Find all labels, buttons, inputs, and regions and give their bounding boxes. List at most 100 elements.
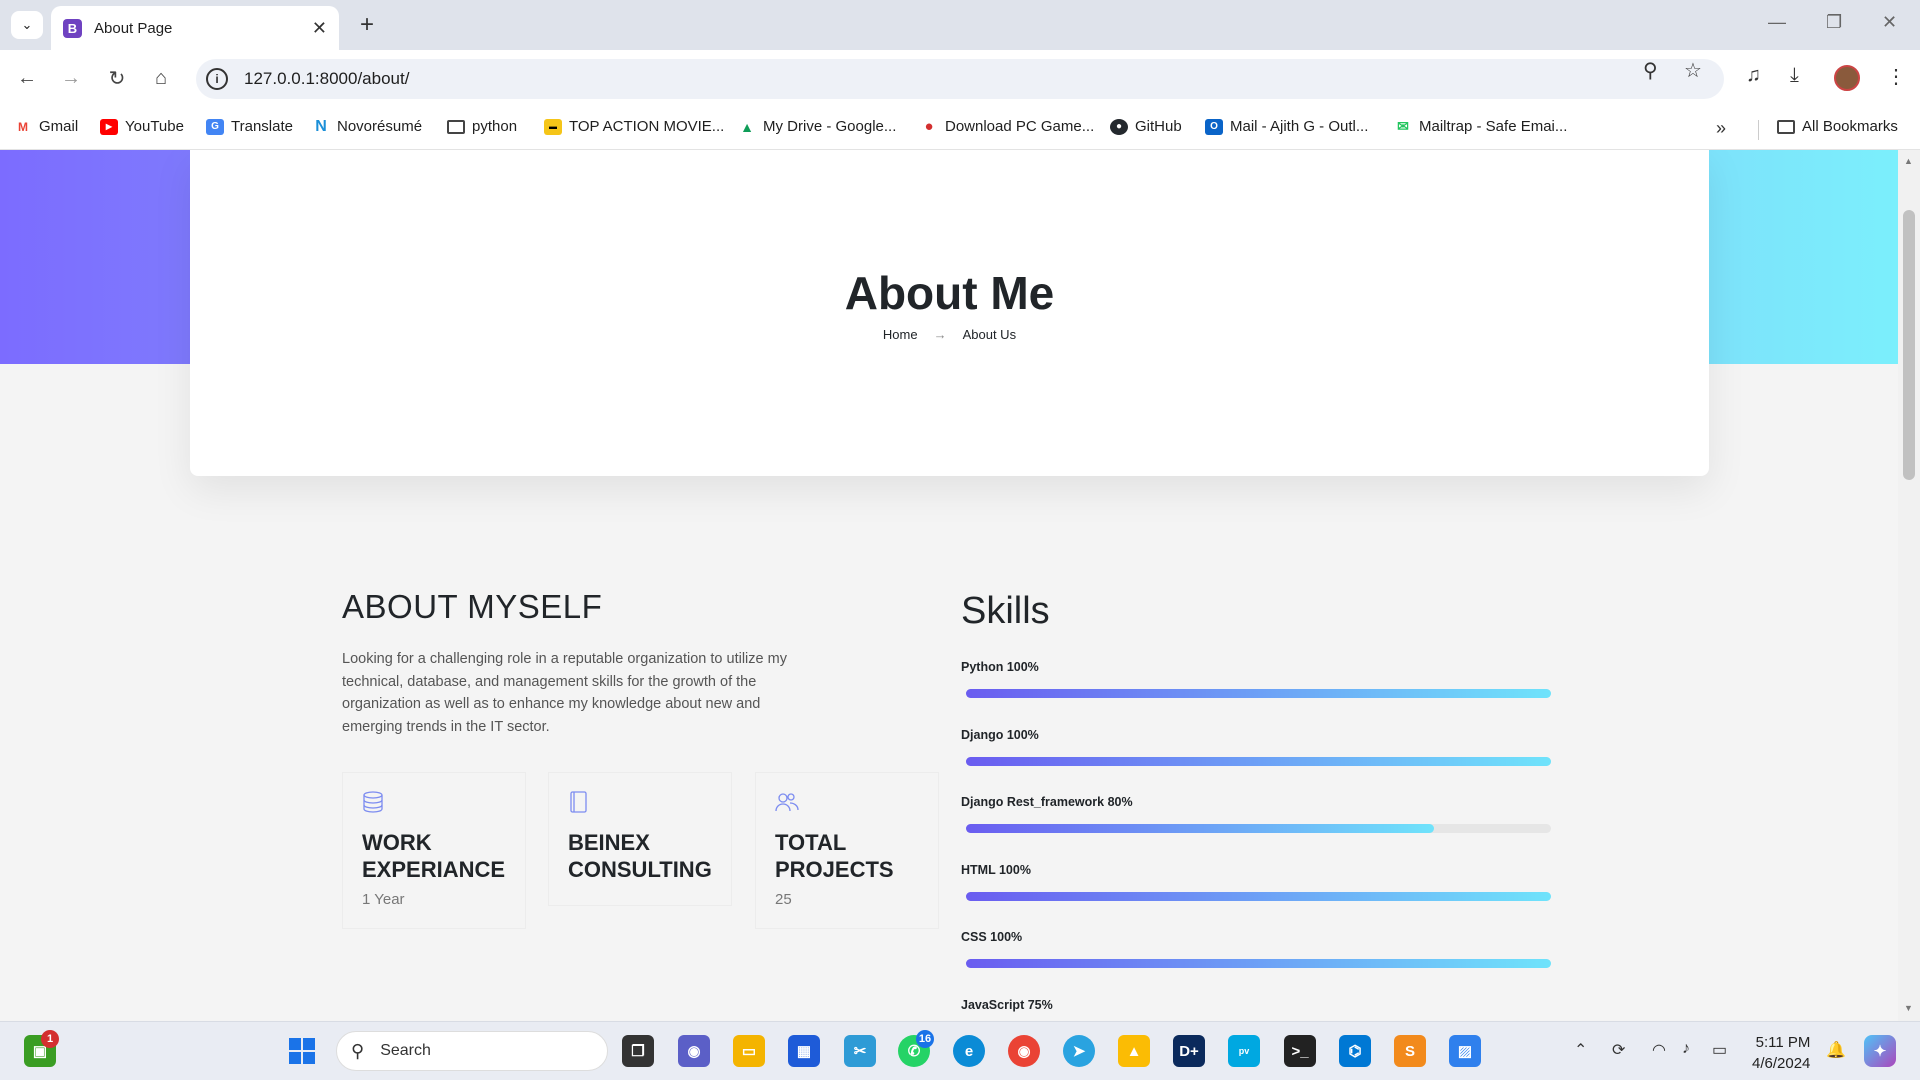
edge-icon[interactable]: e bbox=[953, 1035, 985, 1067]
google-drive-icon[interactable]: ▲ bbox=[1118, 1035, 1150, 1067]
scroll-up-icon[interactable]: ▲ bbox=[1904, 156, 1913, 166]
skill-progress-fill bbox=[966, 824, 1434, 833]
scroll-down-icon[interactable]: ▼ bbox=[1904, 1003, 1913, 1013]
bookmark-youtube[interactable]: ▶ YouTube bbox=[100, 118, 184, 135]
bookmark-python[interactable]: python bbox=[447, 118, 517, 135]
about-heading: ABOUT MYSELF bbox=[342, 588, 603, 625]
folder-icon bbox=[447, 119, 465, 134]
users-icon bbox=[775, 791, 799, 813]
notification-bell-icon[interactable]: 🔔 bbox=[1826, 1040, 1846, 1060]
windows-start-icon[interactable] bbox=[286, 1035, 318, 1067]
sublime-text-icon[interactable]: S bbox=[1394, 1035, 1426, 1067]
translate-icon: G bbox=[206, 118, 224, 135]
bookmark-translate[interactable]: G Translate bbox=[206, 118, 293, 135]
bookmark-github[interactable]: ● GitHub bbox=[1110, 118, 1182, 135]
bookmark-my-drive[interactable]: ▲ My Drive - Google... bbox=[738, 118, 896, 135]
address-bar[interactable]: i 127.0.0.1:8000/about/ bbox=[196, 59, 1724, 99]
terminal-icon[interactable]: >_ bbox=[1284, 1035, 1316, 1067]
hero-card: About Me Home → About Us bbox=[190, 150, 1709, 476]
mailtrap-icon: ✉ bbox=[1397, 118, 1409, 134]
notification-badge: 1 bbox=[41, 1030, 59, 1048]
skill-label: HTML 100% bbox=[961, 862, 1031, 877]
card-value: 25 bbox=[775, 891, 792, 908]
browser-toolbar: ← → ↻ ⌂ i 127.0.0.1:8000/about/ ⚲ ☆ ♫ ⤓ … bbox=[0, 50, 1920, 108]
bookmarks-bar: M Gmail ▶ YouTube G Translate N Novorésumé p… bbox=[0, 108, 1920, 150]
prime-video-icon[interactable]: pv bbox=[1228, 1035, 1260, 1067]
window-close-icon[interactable]: ✕ bbox=[1882, 12, 1897, 33]
site-info-icon[interactable]: i bbox=[206, 68, 228, 90]
profile-avatar[interactable] bbox=[1834, 65, 1860, 91]
imdb-icon: ▬ bbox=[544, 118, 562, 135]
disney-plus-icon[interactable]: D+ bbox=[1173, 1035, 1205, 1067]
copilot-icon[interactable]: ✦ bbox=[1864, 1035, 1896, 1067]
browser-tab-strip: ⌄ B About Page ✕ + — ❐ ✕ bbox=[0, 0, 1920, 50]
breadcrumb-home-link[interactable]: Home bbox=[883, 327, 918, 342]
forward-arrow-icon[interactable]: → bbox=[53, 60, 89, 96]
address-url[interactable]: 127.0.0.1:8000/about/ bbox=[244, 69, 409, 89]
youtube-icon: ▶ bbox=[100, 118, 118, 135]
skill-label: Django Rest_framework 80% bbox=[961, 795, 1133, 809]
card-value: 1 Year bbox=[362, 891, 405, 908]
about-section: ABOUT MYSELF Looking for a challenging r… bbox=[342, 588, 942, 738]
vscode-icon[interactable]: ⌬ bbox=[1339, 1035, 1371, 1067]
card-title: BEINEX CONSULTING bbox=[568, 830, 712, 882]
skill-item: Django Rest_framework 80% bbox=[961, 795, 1551, 833]
bookmark-gmail[interactable]: M Gmail bbox=[14, 118, 78, 135]
arrow-right-icon: → bbox=[933, 327, 947, 342]
novoresume-icon: N bbox=[315, 117, 327, 135]
bookmark-download-pc-game[interactable]: ● Download PC Game... bbox=[920, 118, 1094, 135]
zoom-icon[interactable]: ⚲ bbox=[1643, 58, 1658, 83]
media-controls-icon[interactable]: ♫ bbox=[1746, 64, 1761, 87]
bookmark-outlook-mail[interactable]: O Mail - Ajith G - Outl... bbox=[1205, 118, 1368, 135]
volume-icon[interactable]: ♪ bbox=[1682, 1040, 1690, 1058]
skill-progress-track bbox=[966, 689, 1551, 698]
microsoft-store-icon[interactable]: ▦ bbox=[788, 1035, 820, 1067]
page-scrollbar[interactable]: ▲ ▼ bbox=[1898, 150, 1920, 1021]
taskbar-clock[interactable]: 5:11 PM 4/6/2024 bbox=[1752, 1032, 1810, 1074]
bookmarks-divider bbox=[1758, 120, 1759, 140]
company-card: BEINEX CONSULTING bbox=[548, 772, 732, 906]
chrome-icon[interactable]: ◉ bbox=[1008, 1035, 1040, 1067]
restore-icon[interactable]: ❐ bbox=[1826, 12, 1842, 33]
download-icon[interactable]: ⤓ bbox=[1790, 64, 1799, 87]
task-view-icon[interactable]: ❐ bbox=[622, 1035, 654, 1067]
tab-title: About Page bbox=[94, 19, 173, 37]
skill-item: Python 100% bbox=[961, 660, 1551, 698]
skill-item: Django 100% bbox=[961, 728, 1551, 766]
bookmark-star-icon[interactable]: ☆ bbox=[1684, 58, 1702, 83]
new-tab-icon[interactable]: + bbox=[352, 10, 382, 40]
card-title: WORK EXPERIANCE bbox=[362, 830, 506, 882]
teams-chat-icon[interactable]: ◉ bbox=[678, 1035, 710, 1067]
photos-icon[interactable]: ▨ bbox=[1449, 1035, 1481, 1067]
tab-search-icon[interactable]: ⌄ bbox=[11, 11, 43, 39]
telegram-icon[interactable]: ➤ bbox=[1063, 1035, 1095, 1067]
all-bookmarks-button[interactable]: All Bookmarks bbox=[1777, 118, 1898, 135]
menu-kebab-icon[interactable]: ⋮ bbox=[1886, 64, 1906, 89]
tray-overflow-icon[interactable]: ⌃ bbox=[1574, 1040, 1587, 1060]
bookmark-novoresume[interactable]: N Novorésumé bbox=[312, 117, 422, 136]
book-icon bbox=[568, 791, 592, 813]
snipping-tool-icon[interactable]: ✂ bbox=[844, 1035, 876, 1067]
wifi-icon[interactable]: ◠ bbox=[1652, 1040, 1666, 1060]
reload-icon[interactable]: ↻ bbox=[99, 60, 135, 96]
tab-close-icon[interactable]: ✕ bbox=[312, 18, 327, 39]
skills-section: Skills bbox=[961, 590, 1551, 633]
taskbar-search[interactable]: ⚲ Search bbox=[336, 1031, 608, 1071]
minimize-icon[interactable]: — bbox=[1768, 12, 1786, 33]
battery-icon[interactable]: ▭ bbox=[1712, 1040, 1727, 1060]
gmail-icon: M bbox=[18, 119, 28, 134]
more-bookmarks-icon[interactable]: » bbox=[1716, 118, 1726, 139]
database-icon bbox=[362, 791, 386, 813]
skill-item: CSS 100% bbox=[961, 930, 1551, 968]
back-arrow-icon[interactable]: ← bbox=[9, 60, 45, 96]
scroll-thumb[interactable] bbox=[1903, 210, 1915, 480]
browser-tab-active[interactable]: B About Page ✕ bbox=[51, 6, 339, 50]
bookmark-mailtrap[interactable]: ✉ Mailtrap - Safe Emai... bbox=[1394, 118, 1567, 135]
home-icon[interactable]: ⌂ bbox=[143, 60, 179, 96]
skill-label: CSS 100% bbox=[961, 930, 1023, 944]
notification-badge: 16 bbox=[916, 1030, 934, 1048]
file-explorer-icon[interactable]: ▭ bbox=[733, 1035, 765, 1067]
bookmark-top-action-movie[interactable]: ▬ TOP ACTION MOVIE... bbox=[544, 118, 724, 135]
drive-icon: ▲ bbox=[740, 118, 754, 135]
sync-icon[interactable]: ⟳ bbox=[1612, 1040, 1625, 1060]
